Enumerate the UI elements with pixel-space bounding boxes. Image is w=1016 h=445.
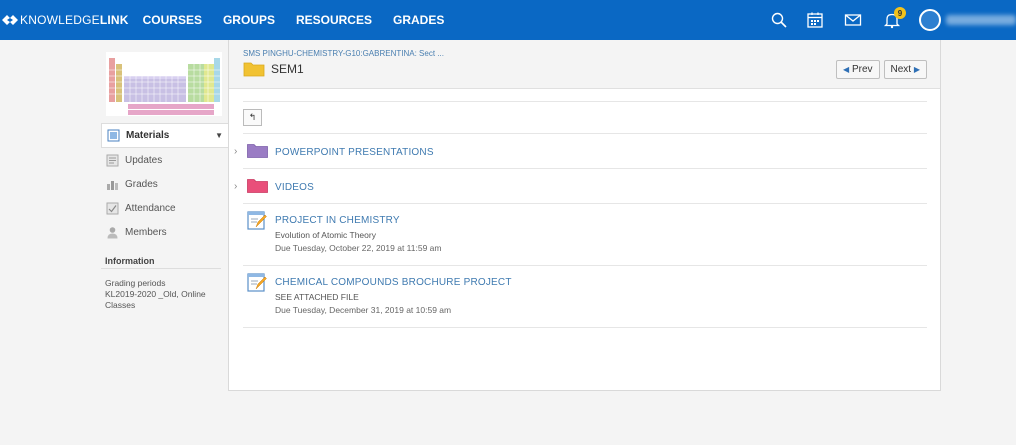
- main-nav: COURSES GROUPS RESOURCES GRADES: [143, 13, 466, 27]
- assignment-icon: [247, 211, 267, 230]
- grading-periods-label: Grading periods: [105, 278, 166, 288]
- folder-icon: [243, 62, 265, 77]
- sidebar-item-members[interactable]: Members: [101, 220, 228, 244]
- nav-resources[interactable]: RESOURCES: [296, 13, 372, 27]
- grades-icon: [107, 180, 118, 190]
- pager: ◀ Prev Next ▶: [832, 60, 927, 79]
- chevron-right-icon[interactable]: ›: [234, 181, 237, 192]
- sidebar-item-grades[interactable]: Grades: [101, 172, 228, 196]
- logo-text-bold: LINK: [99, 13, 129, 27]
- page-title: SEM1: [271, 62, 304, 76]
- prev-button[interactable]: ◀ Prev: [836, 60, 880, 79]
- list-item[interactable]: PROJECT IN CHEMISTRY Evolution of Atomic…: [243, 203, 927, 265]
- sidebar-item-label: Members: [125, 226, 167, 238]
- attendance-icon: [106, 202, 119, 214]
- logo-mark-icon: [2, 15, 18, 25]
- nav-courses[interactable]: COURSES: [143, 13, 202, 27]
- logo-text-light: KNOWLEDGE: [20, 13, 100, 27]
- sidebar-item-label: Grades: [125, 178, 158, 190]
- updates-icon: [106, 154, 119, 166]
- assignment-icon: [247, 273, 267, 292]
- information-divider: [101, 268, 221, 269]
- sidebar-item-label: Materials: [126, 130, 170, 141]
- breadcrumb[interactable]: SMS PINGHU-CHEMISTRY-G10:GABRENTINA: Sec…: [243, 49, 444, 58]
- materials-panel: SMS PINGHU-CHEMISTRY-G10:GABRENTINA: Sec…: [228, 40, 941, 391]
- back-row: ↰: [243, 101, 927, 133]
- item-due-date: Due Tuesday, December 31, 2019 at 10:59 …: [275, 305, 452, 315]
- list-end-divider: [243, 327, 927, 328]
- folder-title-group: SEM1: [243, 61, 304, 77]
- next-button[interactable]: Next ▶: [883, 60, 927, 79]
- item-due-date: Due Tuesday, October 22, 2019 at 11:59 a…: [275, 243, 442, 253]
- course-sidebar-menu: Materials ▼ Updates Grades Attendance Me…: [101, 123, 228, 244]
- course-thumbnail-periodic-table: [106, 52, 222, 116]
- next-label: Next: [890, 64, 912, 75]
- nav-groups[interactable]: GROUPS: [223, 13, 275, 27]
- purple-folder-icon: [247, 144, 268, 158]
- grading-periods-info: Grading periods KL2019-2020 _Old, Online…: [105, 278, 225, 311]
- arrow-right-icon: ▶: [913, 65, 920, 74]
- materials-list: › POWERPOINT PRESENTATIONS › VIDEOS PROJ…: [229, 133, 940, 328]
- grading-periods-value: KL2019-2020 _Old, Online Classes: [105, 289, 206, 310]
- chevron-down-icon[interactable]: ▼: [215, 131, 223, 140]
- list-item[interactable]: CHEMICAL COMPOUNDS BROCHURE PROJECT SEE …: [243, 265, 927, 327]
- nav-grades[interactable]: GRADES: [393, 13, 444, 27]
- pink-folder-icon: [247, 179, 268, 193]
- sidebar-item-label: Attendance: [125, 202, 176, 214]
- knowledgelink-logo[interactable]: KNOWLEDGE LINK: [2, 13, 129, 27]
- calendar-icon[interactable]: [805, 10, 825, 30]
- sidebar-item-attendance[interactable]: Attendance: [101, 196, 228, 220]
- members-icon: [107, 226, 118, 238]
- item-title[interactable]: PROJECT IN CHEMISTRY: [275, 215, 400, 226]
- item-title[interactable]: POWERPOINT PRESENTATIONS: [275, 147, 434, 158]
- back-arrow-icon: ↰: [248, 112, 257, 122]
- arrow-left-icon: ◀: [843, 65, 850, 74]
- search-icon[interactable]: [769, 10, 789, 30]
- notification-badge: 9: [894, 7, 906, 19]
- list-item[interactable]: › VIDEOS: [234, 168, 927, 203]
- top-navigation-bar: KNOWLEDGE LINK COURSES GROUPS RESOURCES G…: [0, 0, 1016, 40]
- sidebar-item-updates[interactable]: Updates: [101, 148, 228, 172]
- prev-label: Prev: [851, 64, 873, 75]
- panel-header: SMS PINGHU-CHEMISTRY-G10:GABRENTINA: Sec…: [229, 40, 940, 89]
- sidebar-item-label: Updates: [125, 154, 163, 166]
- item-title[interactable]: CHEMICAL COMPOUNDS BROCHURE PROJECT: [275, 277, 512, 288]
- chevron-right-icon[interactable]: ›: [234, 146, 237, 157]
- item-title[interactable]: VIDEOS: [275, 182, 314, 193]
- information-heading: Information: [105, 256, 155, 266]
- bell-icon[interactable]: 9: [882, 7, 906, 30]
- item-subtitle: Evolution of Atomic Theory: [275, 230, 376, 240]
- list-item[interactable]: › POWERPOINT PRESENTATIONS: [234, 133, 927, 168]
- back-button[interactable]: ↰: [243, 109, 262, 126]
- sidebar-item-materials[interactable]: Materials ▼: [101, 123, 228, 148]
- username-blurred[interactable]: [946, 15, 1016, 25]
- mail-icon[interactable]: [843, 10, 863, 30]
- materials-icon: [107, 129, 120, 142]
- avatar[interactable]: [919, 9, 941, 31]
- item-subtitle: SEE ATTACHED FILE: [275, 292, 359, 302]
